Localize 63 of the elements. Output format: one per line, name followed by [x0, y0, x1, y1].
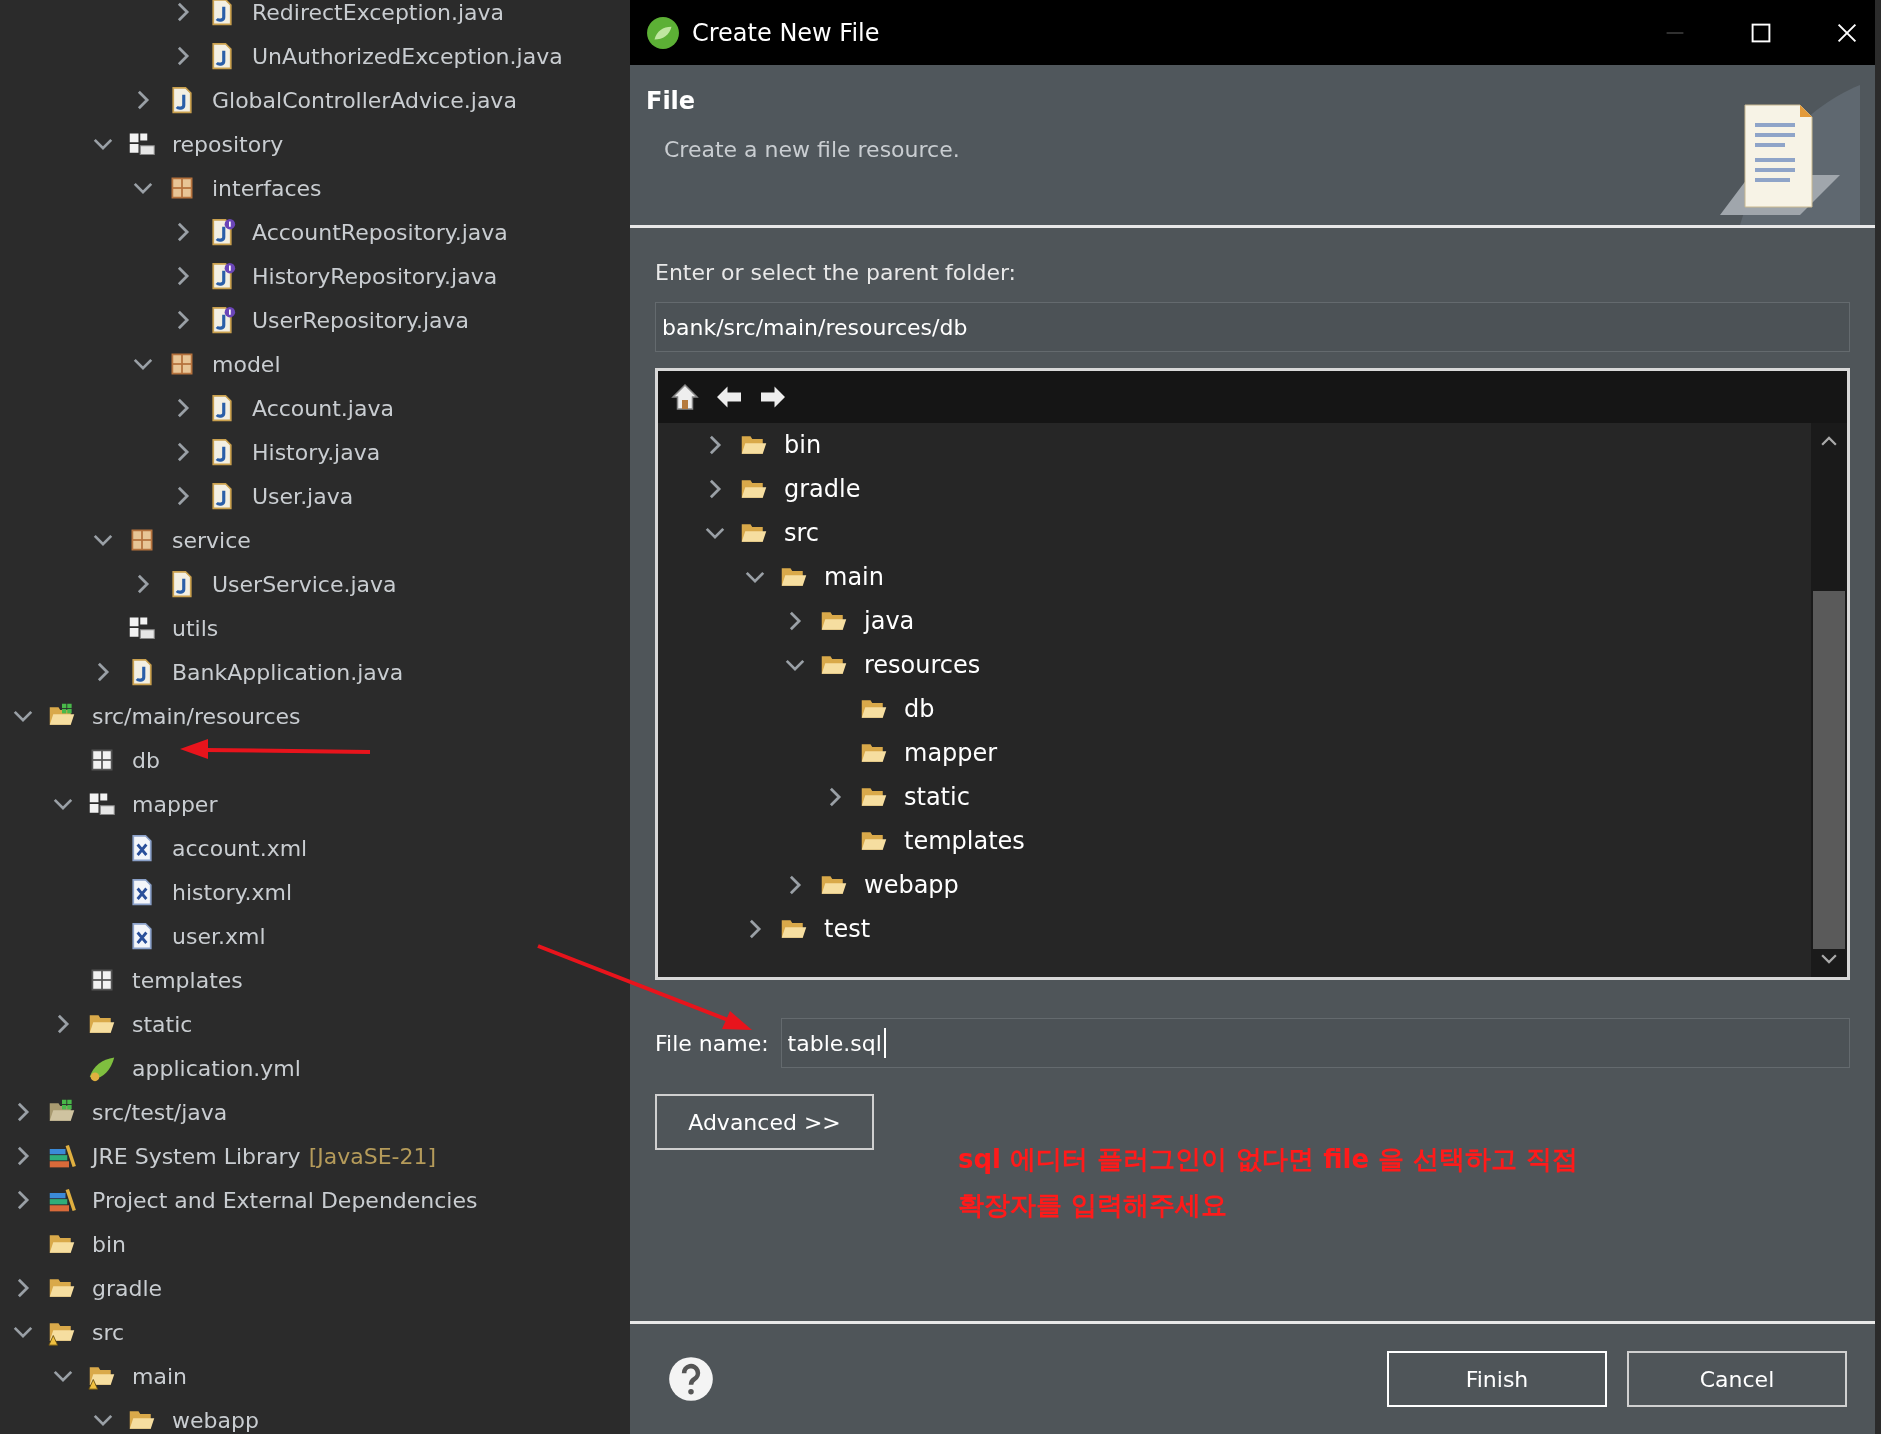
folder-tree-item[interactable]: templates: [904, 827, 1025, 855]
tree-item[interactable]: static: [132, 1011, 193, 1037]
tree-item[interactable]: src/test/java: [92, 1099, 228, 1125]
tree-item[interactable]: db: [132, 747, 160, 773]
tree-item[interactable]: Project and External Dependencies: [92, 1187, 478, 1213]
tree-item[interactable]: interfaces: [212, 175, 322, 201]
folder-tree-item[interactable]: test: [824, 915, 871, 943]
tree-item[interactable]: GlobalControllerAdvice.java: [212, 87, 517, 113]
folder-tree-item[interactable]: main: [824, 563, 884, 591]
tree-item[interactable]: RedirectException.java: [252, 0, 505, 25]
folder-tree-item[interactable]: resources: [864, 651, 981, 679]
library-icon: [48, 1186, 76, 1214]
folder-tree-item[interactable]: db: [904, 695, 935, 723]
dialog-button[interactable]: Cancel: [1627, 1351, 1847, 1407]
home-icon[interactable]: [670, 382, 700, 412]
scrollbar[interactable]: [1811, 423, 1847, 977]
file-name-label: File name:: [655, 1030, 769, 1056]
page-title: File: [646, 87, 697, 115]
folder-tree-item[interactable]: mapper: [904, 739, 998, 767]
file-name-field[interactable]: table.sql: [780, 1018, 1850, 1068]
tree-item[interactable]: service: [172, 527, 251, 553]
tree-item[interactable]: User.java: [252, 483, 354, 509]
tree-item[interactable]: HistoryRepository.java: [252, 263, 498, 289]
tree-item[interactable]: gradle: [92, 1275, 163, 1301]
advanced-button[interactable]: Advanced >>: [655, 1094, 874, 1150]
folder-tree-item[interactable]: webapp: [864, 871, 959, 899]
folder-tree-item[interactable]: java: [864, 607, 915, 635]
parent-folder-label: Enter or select the parent folder:: [655, 260, 1017, 287]
leaf-logo-icon: [646, 15, 680, 50]
tree-item[interactable]: JRE System Library: [92, 1143, 301, 1169]
parent-folder-field[interactable]: bank/src/main/resources/db: [655, 302, 1850, 352]
folder-tree-item[interactable]: bin: [784, 431, 822, 459]
tree-item[interactable]: model: [212, 351, 281, 377]
tree-item-decoration: [JavaSE-21]: [308, 1143, 437, 1169]
help-icon[interactable]: [668, 1356, 714, 1402]
tree-item[interactable]: account.xml: [172, 835, 308, 861]
library-icon: [48, 1142, 76, 1170]
dialog-button[interactable]: Finish: [1387, 1351, 1607, 1407]
tree-item[interactable]: Account.java: [252, 395, 394, 421]
tree-item[interactable]: UserRepository.java: [252, 307, 470, 333]
tree-item[interactable]: history.xml: [172, 879, 293, 905]
tree-item[interactable]: repository: [172, 131, 284, 157]
page-description: Create a new file resource.: [664, 137, 961, 162]
folder-tree-item[interactable]: src: [784, 519, 820, 547]
tree-item[interactable]: AccountRepository.java: [252, 219, 508, 245]
tree-item[interactable]: BankApplication.java: [172, 659, 404, 685]
tree-item[interactable]: application.yml: [132, 1055, 301, 1081]
tree-item[interactable]: History.java: [252, 439, 381, 465]
folder-tree-item[interactable]: static: [904, 783, 970, 811]
tree-item[interactable]: mapper: [132, 791, 218, 817]
tree-item[interactable]: webapp: [172, 1407, 259, 1433]
tree-item[interactable]: src: [92, 1319, 125, 1345]
tree-item[interactable]: UnAuthorizedException.java: [252, 43, 563, 69]
tree-item[interactable]: UserService.java: [212, 571, 397, 597]
annotation-note: sql 에디터 플러그인이 없다면 file 을 선택하고 직접 확장자를 입력해주세요: [958, 1143, 1579, 1222]
tree-item[interactable]: utils: [172, 615, 219, 641]
tree-item[interactable]: bin: [92, 1231, 127, 1257]
window-title: Create New File: [692, 18, 880, 47]
folder-tree-item[interactable]: gradle: [784, 475, 861, 503]
tree-item[interactable]: main: [132, 1363, 187, 1389]
tree-item[interactable]: templates: [132, 967, 243, 993]
tree-item[interactable]: src/main/resources: [92, 703, 301, 729]
tree-item[interactable]: user.xml: [172, 923, 266, 949]
